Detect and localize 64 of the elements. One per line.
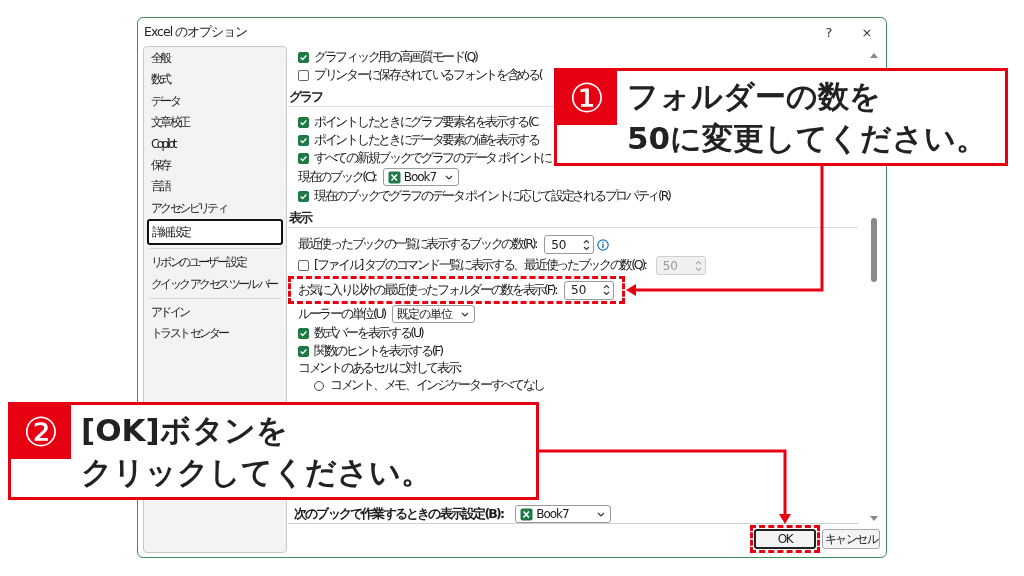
scroll-down-icon [870,516,878,522]
callout-text: クリックしてください。 [81,453,432,492]
spin-arrows-icon [694,259,702,272]
checkbox[interactable] [298,327,309,339]
checkbox-label: グラフィック用の高画質モード(Q) [314,48,477,66]
checkbox-label: 関数のヒントを表示する(F) [314,342,442,360]
field-label: 最近使ったブックの一覧に表示するブックの数(R): [298,236,537,253]
checkbox-label: すべての新規ブックでグラフのデータ ポイントに [314,149,552,167]
radio-label: コメント、メモ、インジケーターすべてなし [330,377,544,394]
sidebar-item[interactable]: データ [147,90,283,113]
caret-icon [445,174,454,180]
field-label: ルーラーの単位(U) [298,305,385,323]
callout-text: フォルダーの数を [627,77,882,116]
option-label: コメントのあるセルに対して表示: [298,360,461,377]
scroll-up-icon [870,52,878,58]
number-spinner[interactable]: 50 [544,235,595,254]
checkbox[interactable] [298,51,309,63]
sidebar-item[interactable]: Copilot [147,133,283,155]
caret-icon [460,311,469,317]
callout-text: 50に変更してください。 [627,119,988,158]
checkbox[interactable] [298,190,309,202]
sidebar-item[interactable]: リボンのユーザー設定 [147,252,283,274]
step-number: ① [557,71,617,125]
scrollbar-thumb[interactable] [871,218,877,282]
section-heading: 表示 [289,210,312,227]
checkbox[interactable] [298,116,309,128]
callout-text: [OK]ボタンを [81,411,289,450]
checkbox-label: ポイントしたときにデータ要素の値を表示する [314,131,539,149]
checkbox-label: プリンターに保存されているフォントを含める( [314,66,542,84]
checkbox[interactable] [298,152,309,164]
checkbox[interactable] [298,345,309,357]
sidebar-item[interactable]: アドイン [147,301,283,324]
checkbox[interactable] [298,69,309,81]
field-label: 次のブックで作業するときの表示設定(B): [294,505,504,523]
sidebar-item[interactable]: 数式 [147,69,283,91]
sidebar-item[interactable]: 詳細設定 [147,219,283,246]
checkbox-label: 数式バーを表示する(U) [314,324,423,342]
close-button[interactable]: × [848,18,886,46]
dropdown[interactable]: Book7 [382,168,460,186]
field-label: [ファイル] タブのコマンド一覧に表示する、最近使ったブックの数(Q): [314,257,646,274]
number-spinner[interactable]: 50 [564,280,615,300]
checkbox-label: ポイントしたときにグラフ要素名を表示する(C [314,113,537,131]
dropdown[interactable]: 既定の単位 [391,305,475,323]
step-number: ② [11,405,71,459]
sidebar-item[interactable]: 保存 [147,154,283,177]
checkbox[interactable] [298,134,309,146]
section-heading: グラフ [289,89,323,106]
window-title: Excel のオプション [144,23,249,41]
help-button[interactable]: ? [810,18,848,46]
sidebar-item[interactable]: 文章校正 [147,112,283,134]
sidebar-item[interactable]: トラスト センター [147,323,283,345]
ok-button[interactable]: OK [754,529,816,549]
caret-icon [597,511,606,517]
sidebar-item[interactable]: 全般 [147,48,283,70]
cancel-button[interactable]: キャンセル [822,529,880,549]
field-label: お気に入り以外の最近使ったフォルダーの数を表示(F): [298,281,557,299]
checkbox-label: 現在のブックでグラフのデータ ポイントに応じて設定されるプロパティ(R) [314,187,670,205]
sidebar-item[interactable]: クイック アクセス ツール バー [147,273,283,295]
sidebar-item[interactable]: 言語 [147,176,283,198]
spin-arrows-icon [603,284,611,296]
dropdown[interactable]: Book7 [515,505,612,523]
spin-arrows-icon [583,238,591,251]
field-label: 現在のブック(C): [298,168,376,186]
sidebar-item[interactable]: アクセシビリティ [147,197,283,220]
